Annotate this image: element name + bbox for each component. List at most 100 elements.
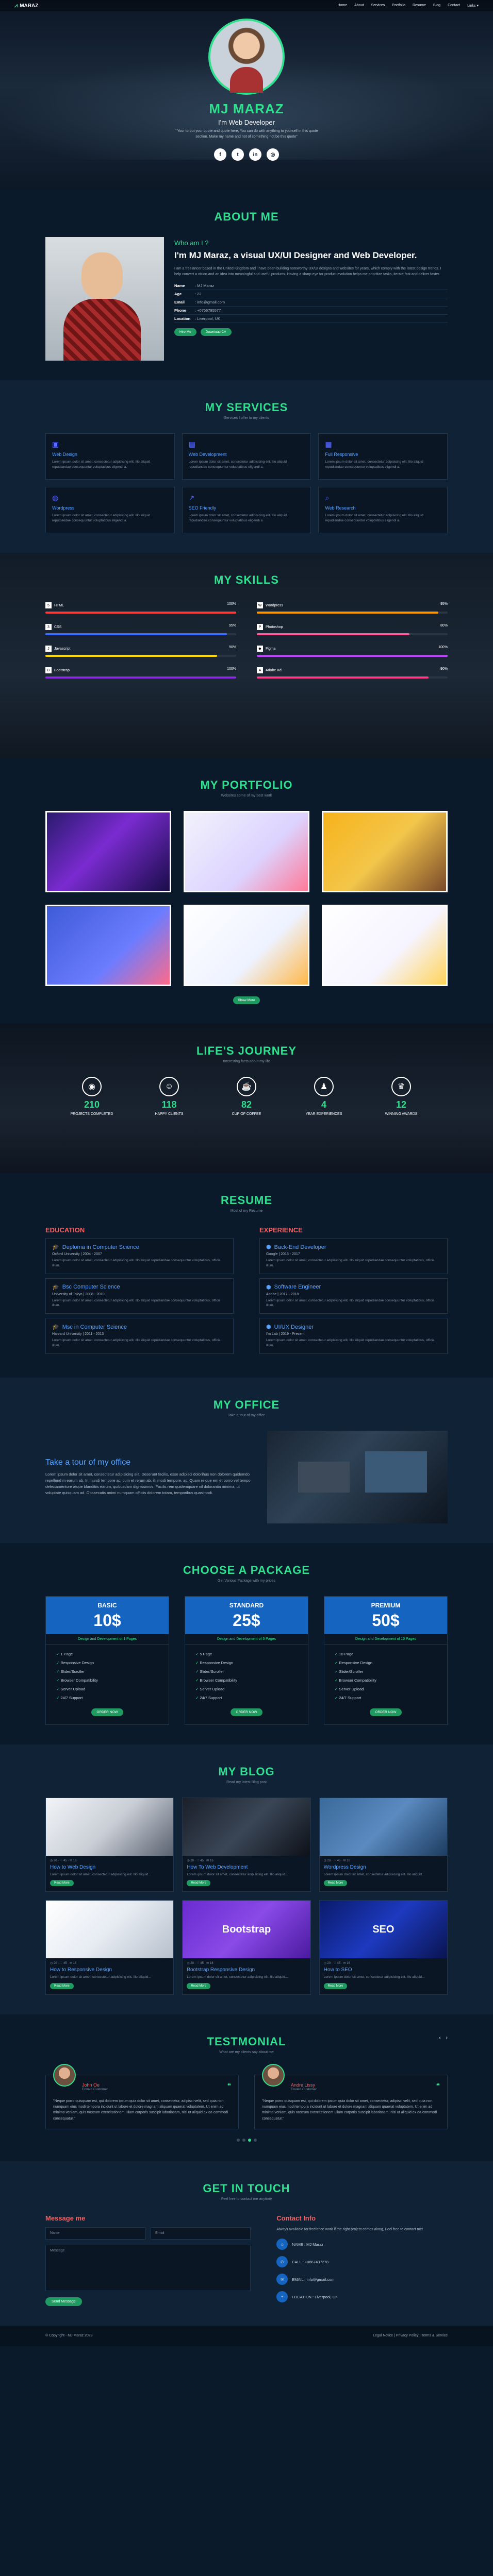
prev-arrow-icon[interactable]: ‹ xyxy=(439,2035,440,2041)
skill-percent: 100% xyxy=(227,667,236,671)
social-icon[interactable]: ◎ xyxy=(267,148,279,161)
portfolio-item[interactable] xyxy=(45,811,171,892)
blog-body: ◷ 20 · ♡ 45 · ✉ 16 How to SEO Lorem ipsum … xyxy=(320,1958,447,1994)
social-icon[interactable]: in xyxy=(249,148,261,161)
hire-me-button[interactable]: Hire Me xyxy=(174,328,196,336)
hero-quote-line: section. Make my name and not of somethi… xyxy=(195,134,298,139)
nav-item[interactable]: Portfolio xyxy=(392,4,405,8)
carousel-dot[interactable] xyxy=(242,2138,245,2142)
portfolio-item[interactable] xyxy=(184,905,309,986)
info-value: : MJ Maraz xyxy=(195,283,215,288)
blog-card[interactable]: Bootstrap ◷ 20 · ♡ 45 · ✉ 16 Bootstrap Res… xyxy=(182,1900,311,1995)
service-card[interactable]: ▣ Web Design Lorem ipsum dolor sit amet, c… xyxy=(45,433,175,480)
resume-item: ⬢ UI/UX Designer I'm Lab | 2019 - Present L… xyxy=(259,1318,448,1354)
read-more-button[interactable]: Read More xyxy=(323,1983,348,1989)
skill-percent: 95% xyxy=(440,602,448,606)
nav-item[interactable]: Home xyxy=(337,4,347,8)
hero-quote: " Your to put your quote and quote here,… xyxy=(0,129,493,140)
skill-bar-fill xyxy=(257,676,429,679)
order-now-button[interactable]: ORDER NOW xyxy=(231,1708,262,1716)
order-now-button[interactable]: ORDER NOW xyxy=(370,1708,402,1716)
section-subtitle: Feel free to contact me anytime xyxy=(221,2197,272,2201)
resume-item-desc: Lorem ipsum dolor sit amet, consectetur … xyxy=(52,1338,221,1347)
contact-info-description: Always available for freelance work if t… xyxy=(276,2227,423,2231)
read-more-button[interactable]: Read More xyxy=(187,1880,211,1887)
skill-name: 5 HTML xyxy=(45,602,64,608)
education-list: 🎓 Deploma in Computer Science Oxford Unive… xyxy=(45,1238,234,1354)
blog-title: Wordpress Design xyxy=(323,1864,366,1870)
carousel-dot[interactable] xyxy=(236,2138,240,2142)
show-more-button[interactable]: Show More xyxy=(233,996,260,1004)
nav-item[interactable]: Blog xyxy=(433,4,440,8)
service-description: Lorem ipsum dolor sit amet, consectetur … xyxy=(52,514,151,522)
portfolio-item[interactable] xyxy=(322,905,448,986)
stat-item: ☺ 118 HAPPY CLIENTS xyxy=(146,1077,192,1116)
blog-card[interactable]: ◷ 20 · ♡ 45 · ✉ 16 How to Responsive Desi… xyxy=(45,1900,174,1995)
download-cv-button[interactable]: Download CV xyxy=(200,328,232,336)
portfolio-item[interactable] xyxy=(184,811,309,892)
quote-icon: ❝ xyxy=(227,2081,231,2090)
service-card[interactable]: ↗ SEO Friendly Lorem ipsum dolor sit amet,… xyxy=(182,487,311,533)
name-input[interactable]: Name xyxy=(45,2227,146,2240)
service-card[interactable]: ▤ Web Development Lorem ipsum dolor sit am… xyxy=(182,433,311,480)
read-more-button[interactable]: Read More xyxy=(50,1983,74,1989)
carousel-dot[interactable] xyxy=(253,2138,257,2142)
social-icon[interactable]: f xyxy=(214,148,226,161)
pricing-grid: BASIC 10$ Design and Development of 1 Page… xyxy=(45,1596,448,1725)
section-title: LIFE'S JOURNEY xyxy=(196,1044,297,1057)
logo[interactable]: ⩘ MARAZ xyxy=(14,3,38,9)
nav-menu: Home About Services Portfolio Resume Blog Cont… xyxy=(337,4,479,8)
blog-description: Lorem ipsum dolor sit amet, consectetur … xyxy=(323,1872,425,1876)
message-textarea[interactable]: Message xyxy=(45,2244,251,2291)
section-subtitle: Get Various Package with my prices xyxy=(218,1579,275,1583)
section-title: MY BLOG xyxy=(218,1765,275,1778)
resume-item-title: 🎓 Deploma in Computer Science xyxy=(52,1244,227,1251)
nav-item[interactable]: Links ▾ xyxy=(467,4,479,8)
plan-feature: Responsive Design xyxy=(56,1658,158,1667)
testimonial-avatar xyxy=(262,2064,285,2087)
blog-card[interactable]: ◷ 20 · ♡ 45 · ✉ 16 How To Web Development… xyxy=(182,1797,311,1892)
next-arrow-icon[interactable]: › xyxy=(446,2035,448,2041)
section-title: MY SKILLS xyxy=(214,573,279,586)
portfolio-item[interactable] xyxy=(45,905,171,986)
email-input[interactable]: Email xyxy=(151,2227,251,2240)
blog-card[interactable]: ◷ 20 · ♡ 45 · ✉ 16 How to Web Design Lorem… xyxy=(45,1797,174,1892)
plan-feature: Slider/Scroller xyxy=(335,1667,437,1676)
nav-item[interactable]: About xyxy=(354,4,364,8)
info-row: Age: 22 xyxy=(174,290,448,298)
service-card[interactable]: ▦ Full Responsive Lorem ipsum dolor sit am… xyxy=(318,433,448,480)
carousel-dot-active[interactable] xyxy=(248,2138,251,2142)
plan-feature: 24/7 Support xyxy=(335,1693,437,1702)
skill-header: P Photoshop 80% xyxy=(257,624,448,630)
portfolio-item[interactable] xyxy=(322,811,448,892)
blog-section: MY BLOG Read my latest Blog post ◷ 20 · … xyxy=(0,1744,493,2014)
read-more-button[interactable]: Read More xyxy=(50,1880,74,1887)
about-who: Who am I ? xyxy=(174,239,209,247)
blog-card[interactable]: ◷ 20 · ♡ 45 · ✉ 16 Wordpress Design Lorem … xyxy=(319,1797,448,1892)
blog-title: Bootstrap Responsive Design xyxy=(187,1967,255,1973)
nav-item[interactable]: Contact xyxy=(448,4,460,8)
nav-item[interactable]: Resume xyxy=(413,4,426,8)
skill-percent: 90% xyxy=(440,667,448,671)
section-title: CHOOSE A PACKAGE xyxy=(183,1563,310,1577)
footer-links[interactable]: Legal Notice | Privacy Policy | Terms & … xyxy=(373,2334,448,2337)
service-card[interactable]: ◍ Wordpress Lorem ipsum dolor sit amet, co… xyxy=(45,487,175,533)
read-more-button[interactable]: Read More xyxy=(187,1983,211,1989)
blog-card[interactable]: SEO ◷ 20 · ♡ 45 · ✉ 16 How to SEO Lorem ips… xyxy=(319,1900,448,1995)
resume-item-title: ⬢ Software Engineer xyxy=(266,1284,441,1291)
info-value: : 22 xyxy=(195,291,202,296)
section-title: ABOUT ME xyxy=(214,210,279,223)
nav-item[interactable]: Services xyxy=(371,4,385,8)
plan-feature: 10 Page xyxy=(335,1650,437,1658)
read-more-button[interactable]: Read More xyxy=(323,1880,348,1887)
service-icon: ▤ xyxy=(188,440,195,448)
social-icon[interactable]: t xyxy=(232,148,244,161)
send-message-button[interactable]: Send Message xyxy=(45,2297,82,2306)
experience-list: ⬢ Back-End Developer Google | 2015 - 2017 L… xyxy=(259,1238,448,1354)
blog-image: SEO xyxy=(319,1901,447,1959)
stat-item: ◉ 210 PROJECTS COMPLETED xyxy=(69,1077,115,1116)
section-subtitle: Most of my Resume xyxy=(230,1209,263,1213)
order-now-button[interactable]: ORDER NOW xyxy=(91,1708,123,1716)
service-card[interactable]: ⌕ Web Research Lorem ipsum dolor sit amet,… xyxy=(318,487,448,533)
blog-grid: ◷ 20 · ♡ 45 · ✉ 16 How to Web Design Lorem… xyxy=(45,1797,448,1995)
